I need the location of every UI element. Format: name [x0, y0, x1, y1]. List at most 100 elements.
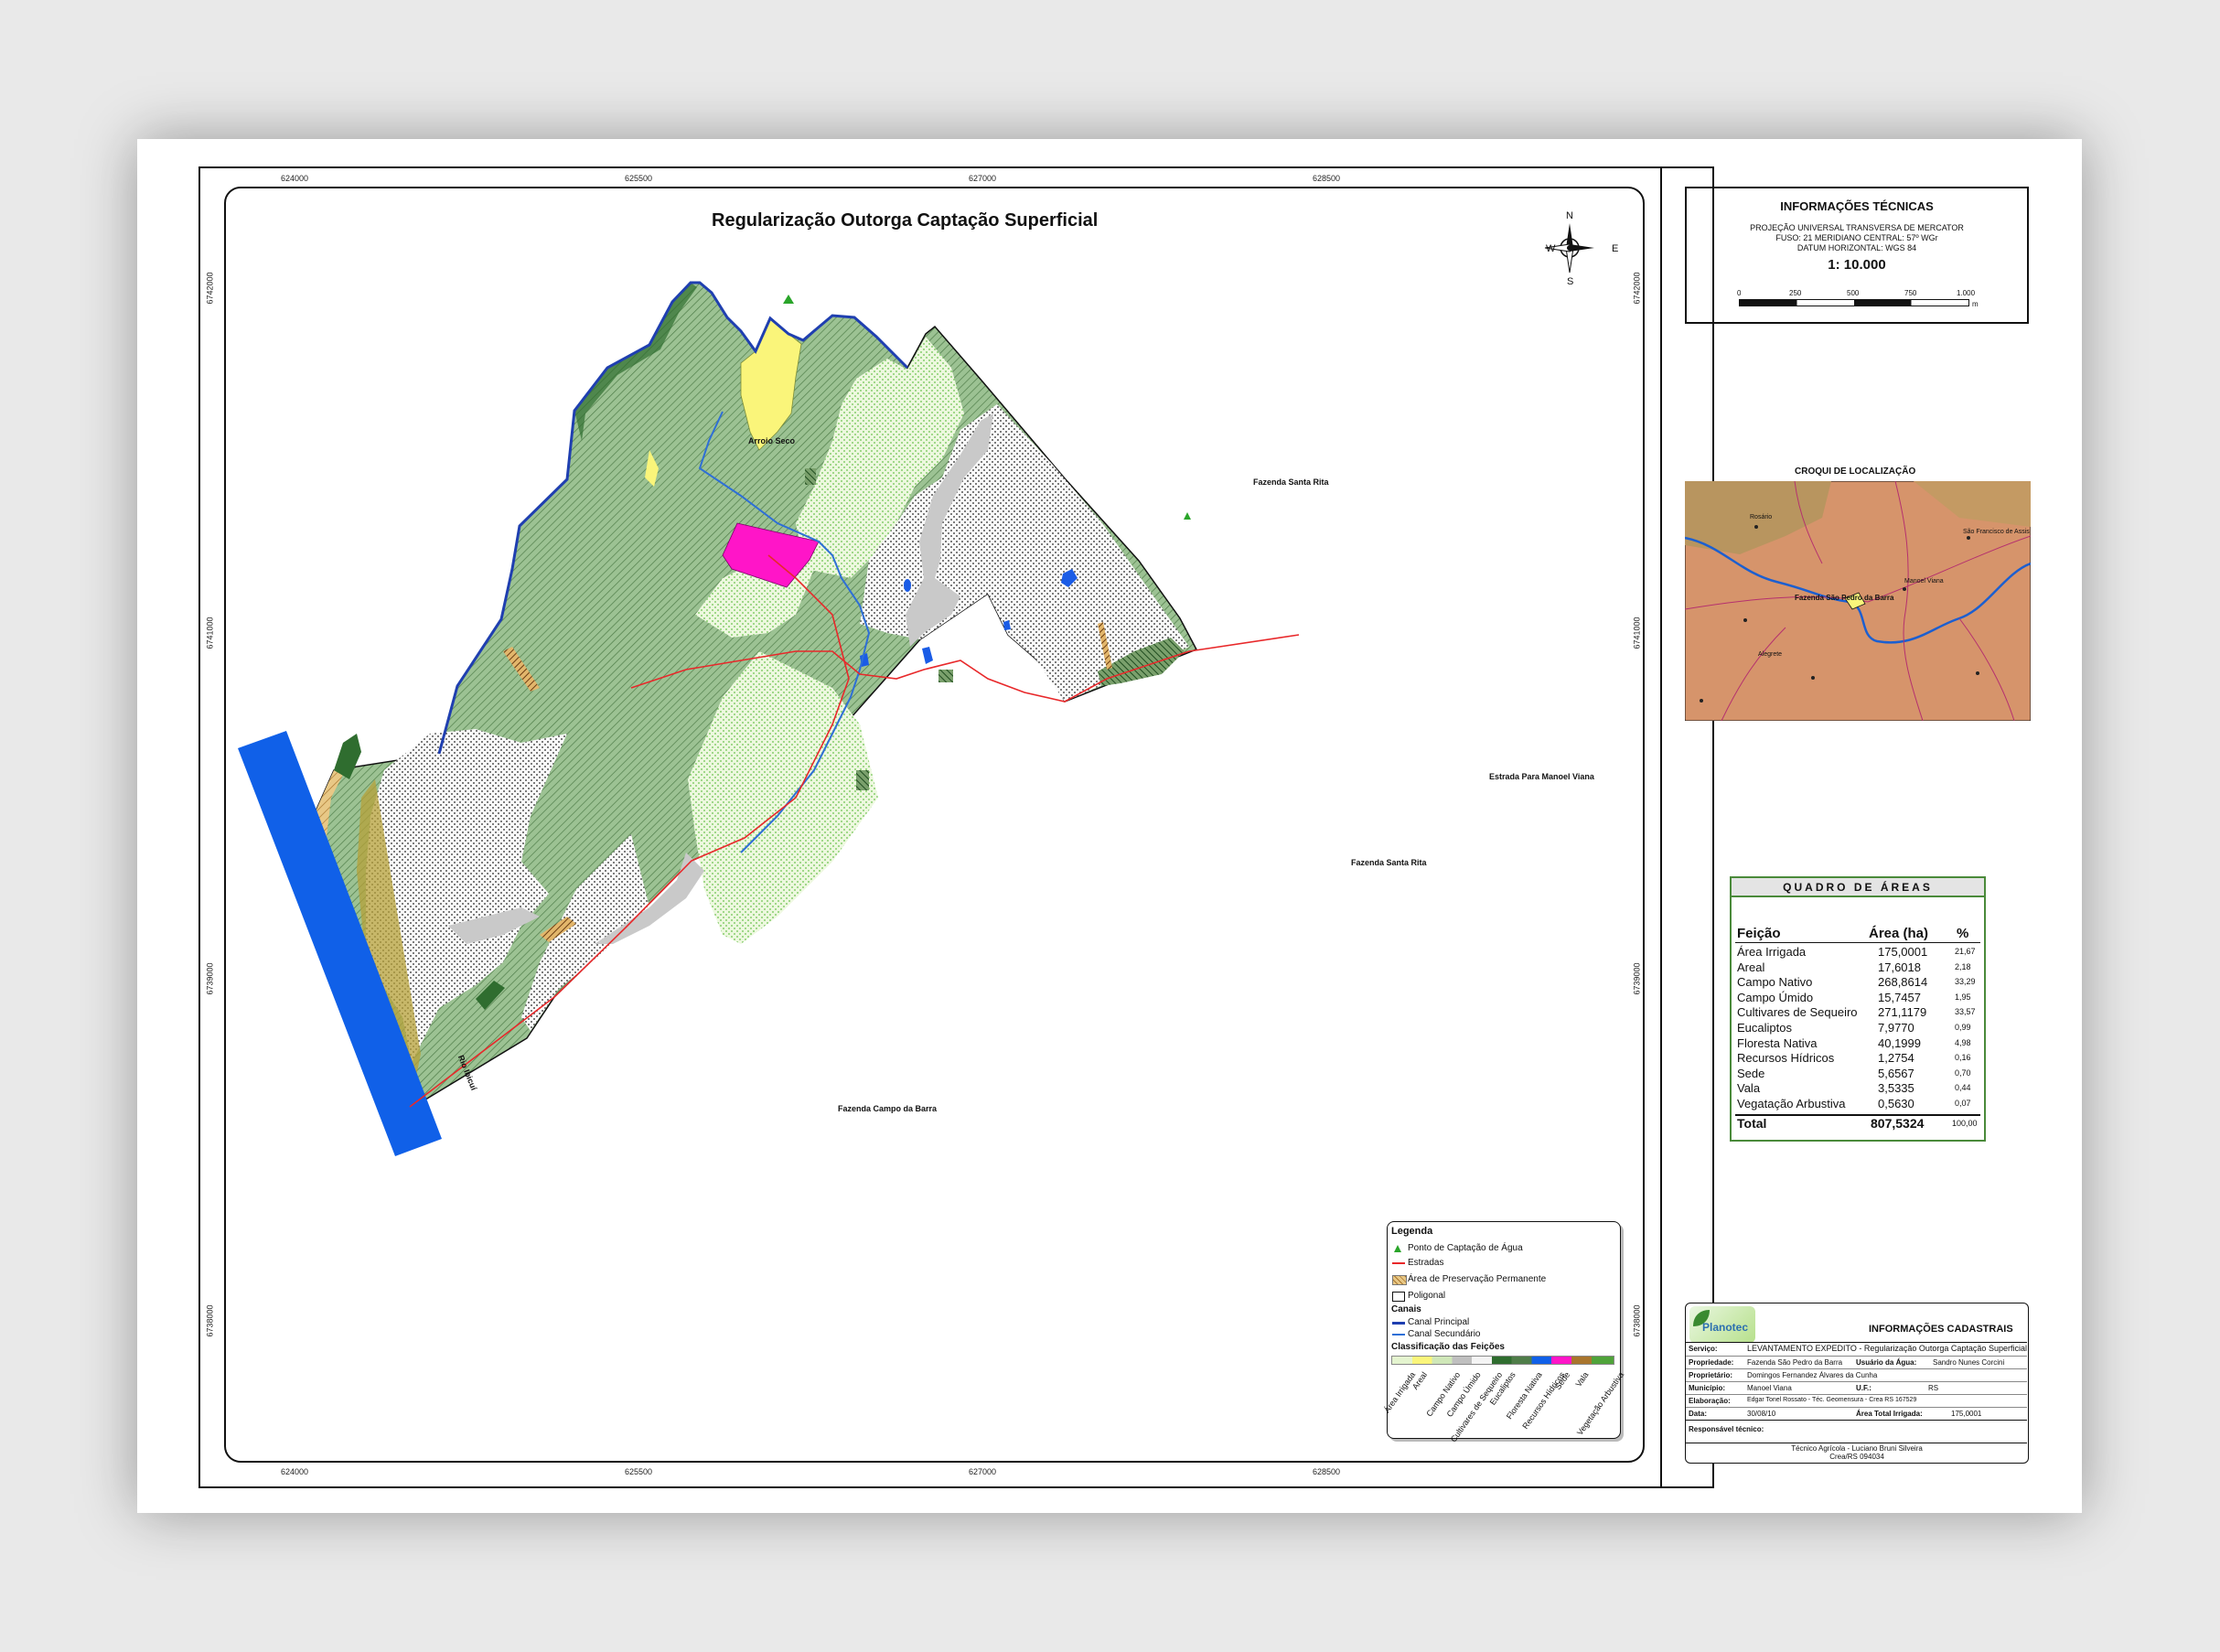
servico-label: Serviço:	[1689, 1345, 1718, 1353]
planotec-logo-text: Planotec	[1702, 1321, 1749, 1334]
quadro-total-rule	[1735, 1114, 1980, 1116]
legend-class-0: Área Irrigada	[1382, 1370, 1418, 1415]
legend-box: Legenda Ponto de Captação de Água Estrad…	[1382, 1221, 1625, 1443]
label-santa-rita-north: Fazenda Santa Rita	[1253, 477, 1329, 487]
servico-value: LEVANTAMENTO EXPEDITO - Regularização Ou…	[1747, 1344, 2027, 1353]
legend-app: Área de Preservação Permanente	[1408, 1274, 1547, 1284]
propriedade-label: Propriedade:	[1689, 1358, 1734, 1367]
quadro-row-feicao: Vegatação Arbustiva	[1737, 1097, 1846, 1110]
quadro-row-area: 0,5630	[1878, 1097, 1914, 1110]
quadro-row-feicao: Sede	[1737, 1066, 1765, 1080]
quadro-row-feicao: Vala	[1737, 1081, 1761, 1096]
cadastrais-rule-1	[1686, 1342, 2027, 1343]
pond-5	[904, 579, 911, 592]
croqui-title: CROQUI DE LOCALIZAÇÃO	[1795, 467, 1916, 477]
quadro-row-pct: 4,98	[1955, 1037, 1971, 1047]
elaboracao-value: Edgar Tonel Rossato - Téc. Geomensura - …	[1747, 1397, 1917, 1403]
croqui-place-0: Rosário	[1750, 514, 1773, 520]
quadro-row-area: 3,5335	[1878, 1081, 1914, 1096]
tech-info-box: INFORMAÇÕES TÉCNICAS PROJEÇÃO UNIVERSAL …	[1685, 187, 2029, 324]
quadro-row-feicao: Eucaliptos	[1737, 1021, 1792, 1035]
capture-point-icon-2	[1184, 512, 1191, 520]
legend-estrada-swatch	[1392, 1262, 1405, 1264]
uf-label: U.F.:	[1856, 1384, 1871, 1392]
municipio-value: Manoel Viana	[1747, 1384, 1792, 1392]
quadro-row-feicao: Areal	[1737, 960, 1765, 974]
legend-canal-principal: Canal Principal	[1408, 1317, 1470, 1327]
quadro-total-label: Total	[1737, 1116, 1767, 1131]
legend-poligonal: Poligonal	[1408, 1291, 1446, 1301]
usuario-value: Sandro Nunes Corcini	[1933, 1358, 2005, 1367]
quadro-header-rule	[1735, 942, 1980, 943]
tech-line3: DATUM HORIZONTAL: WGS 84	[1796, 243, 1917, 252]
propriedade-value: Fazenda São Pedro da Barra	[1747, 1358, 1843, 1367]
quadro-areas: QUADRO DE ÁREAS Feição Área (ha) % Área …	[1730, 876, 1986, 1142]
scale-tick-2: 500	[1847, 289, 1860, 297]
label-campo-barra: Fazenda Campo da Barra	[838, 1104, 938, 1113]
resp-crea: Crea/RS 094034	[1829, 1453, 1884, 1461]
legend-title: Legenda	[1391, 1226, 1433, 1237]
legend-poligonal-swatch	[1392, 1292, 1405, 1302]
tech-line2: FUSO: 21 MERIDIANO CENTRAL: 57º WGr	[1775, 233, 1938, 242]
usuario-label: Usuário da Água:	[1856, 1358, 1917, 1367]
cadastrais-rule-6	[1686, 1407, 2027, 1408]
area-value: 175,0001	[1951, 1410, 1982, 1418]
legend-ponto-icon	[1394, 1245, 1401, 1252]
eucaliptos-small-3	[805, 468, 816, 485]
label-arroio: Arroio Seco	[748, 436, 796, 445]
eucaliptos-small	[856, 770, 869, 790]
legend-estradas: Estradas	[1408, 1258, 1444, 1268]
scale-tick-3: 750	[1904, 289, 1917, 297]
quadro-row-area: 17,6018	[1878, 960, 1921, 974]
quadro-row-pct: 2,18	[1955, 961, 1971, 971]
cadastrais-box: Planotec INFORMAÇÕES CADASTRAIS Serviço:…	[1685, 1303, 2029, 1464]
legend-classificacao: Classificação das Feições	[1391, 1342, 1505, 1352]
quadro-row-area: 268,8614	[1878, 975, 1928, 990]
quadro-title: QUADRO DE ÁREAS	[1783, 881, 1933, 894]
area-label: Área Total Irrigada:	[1856, 1410, 1923, 1418]
quadro-row-pct: 0,44	[1955, 1083, 1971, 1093]
quadro-row-feicao: Campo Nativo	[1737, 975, 1813, 990]
cadastrais-rule-2	[1686, 1356, 2027, 1357]
quadro-row-area: 7,9770	[1878, 1021, 1914, 1035]
map-sheet: 624000 625500 627000 628500 624000 62550…	[137, 139, 2082, 1513]
tech-scale: 1: 10.000	[1828, 257, 1886, 273]
legend-app-swatch	[1392, 1275, 1407, 1285]
capture-point-icon	[783, 295, 794, 304]
cadastrais-rule-3	[1686, 1368, 2027, 1369]
elaboracao-label: Elaboração:	[1689, 1397, 1731, 1405]
scale-tick-0: 0	[1737, 289, 1742, 297]
quadro-row-pct: 0,16	[1955, 1053, 1971, 1063]
legend-class-9: Vala	[1573, 1370, 1591, 1389]
resp-label: Responsável técnico:	[1689, 1425, 1764, 1433]
quadro-row-pct: 0,70	[1955, 1067, 1971, 1078]
quadro-row-feicao: Cultivares de Sequeiro	[1737, 1005, 1858, 1020]
quadro-row-pct: 0,99	[1955, 1023, 1971, 1032]
tech-line1: PROJEÇÃO UNIVERSAL TRANSVERSA DE MERCATO…	[1750, 223, 1964, 232]
quadro-row-area: 175,0001	[1878, 945, 1928, 959]
data-value: 30/08/10	[1747, 1410, 1776, 1418]
quadro-row-pct: 1,95	[1955, 992, 1971, 1002]
pond-2	[922, 647, 933, 664]
quadro-row-area: 271,1179	[1878, 1005, 1927, 1020]
planotec-logo: Planotec	[1689, 1306, 1755, 1343]
quadro-row-area: 5,6567	[1878, 1066, 1914, 1080]
tech-title: INFORMAÇÕES TÉCNICAS	[1780, 199, 1934, 213]
croqui-place-1: São Francisco de Assis	[1963, 529, 2030, 535]
scale-tick-4: 1.000	[1957, 289, 1976, 297]
croqui-place-3: Fazenda São Pedro da Barra	[1795, 594, 1894, 602]
quadro-row-feicao: Recursos Hídricos	[1737, 1051, 1835, 1066]
proprietario-value: Domingos Fernandez Álvares da Cunha	[1747, 1371, 1878, 1379]
quadro-row-area: 40,1999	[1878, 1035, 1921, 1050]
quadro-total-area: 807,5324	[1871, 1116, 1925, 1131]
quadro-col-pct: %	[1957, 926, 1969, 941]
quadro-row-feicao: Floresta Nativa	[1737, 1035, 1818, 1050]
quadro-total-pct: 100,00	[1952, 1119, 1978, 1128]
cadastrais-rule-4	[1686, 1381, 2027, 1382]
legend-canal-principal-swatch	[1392, 1322, 1405, 1325]
quadro-row-area: 15,7457	[1878, 990, 1921, 1004]
legend-class-swatches	[1391, 1356, 1614, 1365]
legend-canais: Canais	[1391, 1304, 1421, 1314]
quadro-row-pct: 33,29	[1955, 977, 1976, 987]
legend-ponto: Ponto de Captação de Água	[1408, 1243, 1523, 1253]
